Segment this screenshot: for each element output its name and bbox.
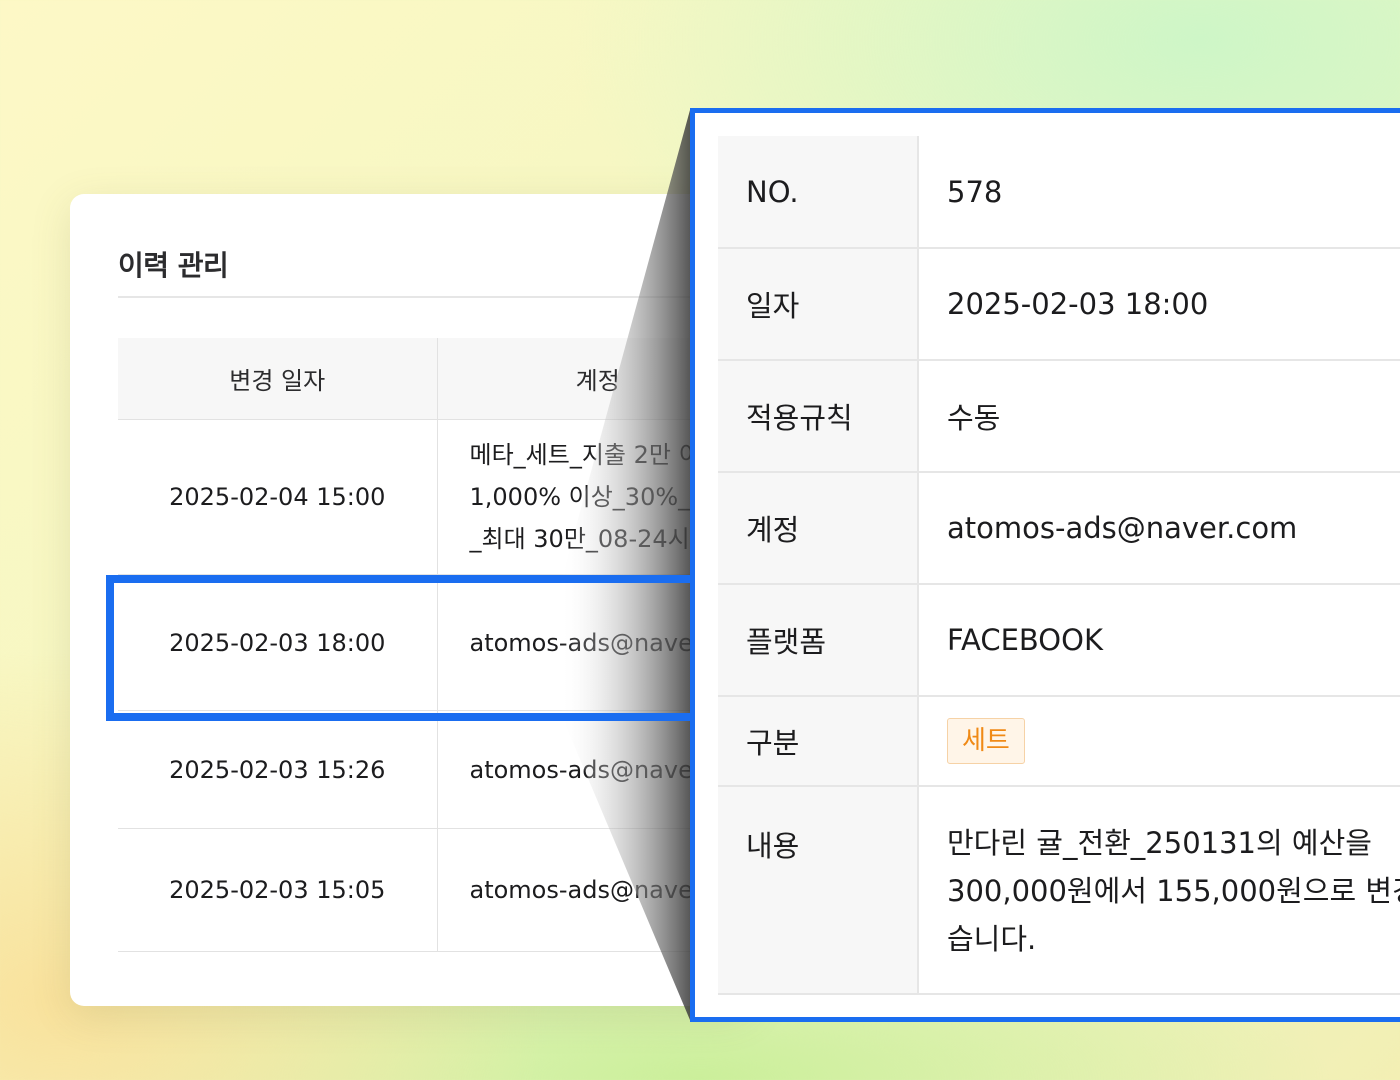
title-divider bbox=[118, 296, 750, 298]
table-row[interactable]: 2025-02-03 15:05 atomos-ads@naver.com bbox=[118, 828, 750, 952]
detail-label: 플랫폼 bbox=[718, 584, 919, 697]
history-card: 이력 관리 변경 일자 계정 2025-02-04 15:00 메타_세트_지출… bbox=[70, 194, 750, 1006]
row-date: 2025-02-03 15:26 bbox=[118, 710, 438, 829]
detail-label: NO. bbox=[718, 136, 919, 249]
content-line: 만다린 귤_전환_250131의 예산을 bbox=[947, 826, 1372, 860]
row-date: 2025-02-03 15:05 bbox=[118, 828, 438, 952]
detail-value-content: 만다린 귤_전환_250131의 예산을 300,000원에서 155,000원… bbox=[918, 786, 1400, 995]
detail-label: 적용규칙 bbox=[718, 360, 919, 473]
content-line: 300,000원에서 155,000원으로 변경되었 bbox=[947, 874, 1400, 908]
row-date: 2025-02-04 15:00 bbox=[118, 419, 438, 575]
detail-label: 일자 bbox=[718, 248, 919, 361]
detail-value-no: 578 bbox=[918, 136, 1400, 249]
detail-value-type: 세트 bbox=[918, 696, 1400, 787]
detail-row-type: 구분 세트 bbox=[718, 696, 1400, 787]
detail-row-no: NO. 578 bbox=[718, 136, 1400, 249]
detail-row-date: 일자 2025-02-03 18:00 bbox=[718, 248, 1400, 361]
detail-label: 내용 bbox=[718, 786, 919, 995]
detail-panel: NO. 578 일자 2025-02-03 18:00 적용규칙 수동 계정 a… bbox=[690, 108, 1400, 1022]
card-title: 이력 관리 bbox=[118, 249, 229, 282]
history-table: 변경 일자 계정 2025-02-04 15:00 메타_세트_지출 2만 이 … bbox=[118, 338, 750, 952]
detail-value-platform: FACEBOOK bbox=[918, 584, 1400, 697]
detail-table: NO. 578 일자 2025-02-03 18:00 적용규칙 수동 계정 a… bbox=[718, 136, 1400, 995]
detail-value-rule: 수동 bbox=[918, 360, 1400, 473]
table-row-selected[interactable]: 2025-02-03 18:00 atomos-ads@naver.com bbox=[118, 574, 750, 711]
detail-row-content: 내용 만다린 귤_전환_250131의 예산을 300,000원에서 155,0… bbox=[718, 786, 1400, 995]
content-line: 습니다. bbox=[947, 922, 1037, 956]
detail-row-account: 계정 atomos-ads@naver.com bbox=[718, 472, 1400, 585]
table-row[interactable]: 2025-02-03 15:26 atomos-ads@naver.com bbox=[118, 710, 750, 829]
detail-label: 구분 bbox=[718, 696, 919, 787]
detail-value-account: atomos-ads@naver.com bbox=[918, 472, 1400, 585]
detail-value-date: 2025-02-03 18:00 bbox=[918, 248, 1400, 361]
detail-row-platform: 플랫폼 FACEBOOK bbox=[718, 584, 1400, 697]
type-badge: 세트 bbox=[947, 718, 1025, 764]
row-date: 2025-02-03 18:00 bbox=[118, 574, 438, 711]
table-row[interactable]: 2025-02-04 15:00 메타_세트_지출 2만 이 1,000% 이상… bbox=[118, 419, 750, 575]
detail-label: 계정 bbox=[718, 472, 919, 585]
detail-row-rule: 적용규칙 수동 bbox=[718, 360, 1400, 473]
table-header-row: 변경 일자 계정 bbox=[118, 338, 750, 420]
column-header-date: 변경 일자 bbox=[118, 338, 438, 420]
